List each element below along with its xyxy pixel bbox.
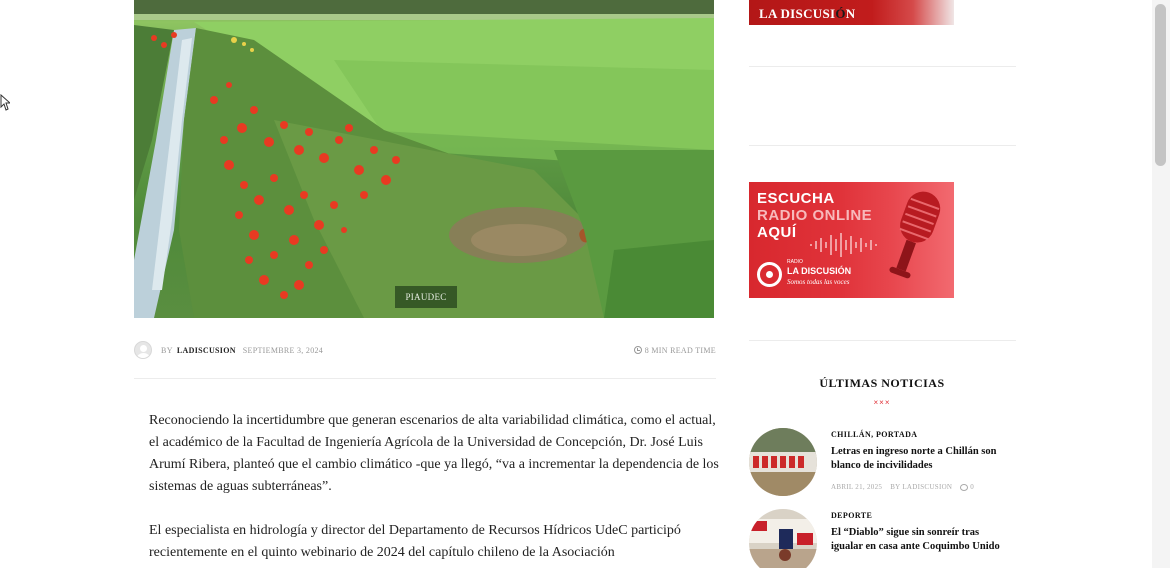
article-paragraph: Reconociendo la incertidumbre que genera… [149,413,719,494]
mouse-cursor-icon [0,94,10,111]
latest-news-decoration: ××× [873,398,891,407]
comment-icon [960,483,969,491]
author-link[interactable]: LADISCUSION [177,346,236,355]
microphone-icon [889,191,941,279]
radio-small-label: RADIO [787,259,803,265]
author-avatar[interactable] [134,341,152,359]
sidebar-divider [749,340,1016,341]
news-list-item[interactable]: DEPORTE El “Diablo” sigue sin sonreír tr… [749,509,1015,568]
article-hero-image: PIAUDEC [134,0,714,318]
la-discusion-logo-banner[interactable]: LA DISCUSIÓN [749,0,954,25]
news-comments-count[interactable]: 0 [970,483,974,491]
latest-news-heading: ÚLTIMAS NOTICIAS [819,376,945,390]
radio-line-escucha: ESCUCHA [757,190,835,207]
read-time: 8 MIN READ TIME [633,345,716,355]
news-thumbnail[interactable] [749,509,817,568]
radio-line-online: RADIO ONLINE [757,207,873,224]
publish-date: SEPTIEMBRE 3, 2024 [242,345,324,355]
news-headline[interactable]: El “Diablo” sigue sin sonreír tras igual… [831,526,1011,554]
news-date: ABRIL 21, 2025 [831,483,883,491]
news-list-item[interactable]: CHILLÁN, PORTADA Letras en ingreso norte… [749,428,1015,498]
radio-brand-name: LA DISCUSIÓN [787,266,852,276]
sidebar-divider [749,145,1016,146]
radio-online-banner[interactable]: ESCUCHA RADIO ONLINE AQUÍ RADIO LA DISCU… [749,182,954,298]
logo-text: LA DISCUSIÓN [759,6,856,21]
meta-divider [134,378,716,379]
radio-logo-icon [757,262,782,287]
article-meta: BY LADISCUSION SEPTIEMBRE 3, 2024 8 MIN … [134,340,716,360]
sidebar-divider [749,66,1016,67]
news-category[interactable]: CHILLÁN, PORTADA [831,430,917,439]
news-author[interactable]: BY LADISCUSION [890,483,952,491]
news-meta: ABRIL 21, 2025 BY LADISCUSION 0 [831,483,974,491]
read-time-label: 8 MIN READ TIME [644,345,716,355]
meta-by-label: BY [161,345,173,355]
radio-line-aqui: AQUÍ [757,224,797,241]
radio-slogan: Somos todas las voces [787,278,850,286]
news-headline[interactable]: Letras en ingreso norte a Chillán son bl… [831,445,1011,473]
clock-icon [633,346,642,354]
page-scrollbar-thumb[interactable] [1155,4,1166,166]
article-paragraph: El especialista en hidrología y director… [149,523,681,560]
news-category[interactable]: DEPORTE [831,511,872,520]
photo-credit: PIAUDEC [395,286,457,308]
article-body: Reconociendo la incertidumbre que genera… [149,410,719,568]
news-thumbnail[interactable] [749,428,817,496]
